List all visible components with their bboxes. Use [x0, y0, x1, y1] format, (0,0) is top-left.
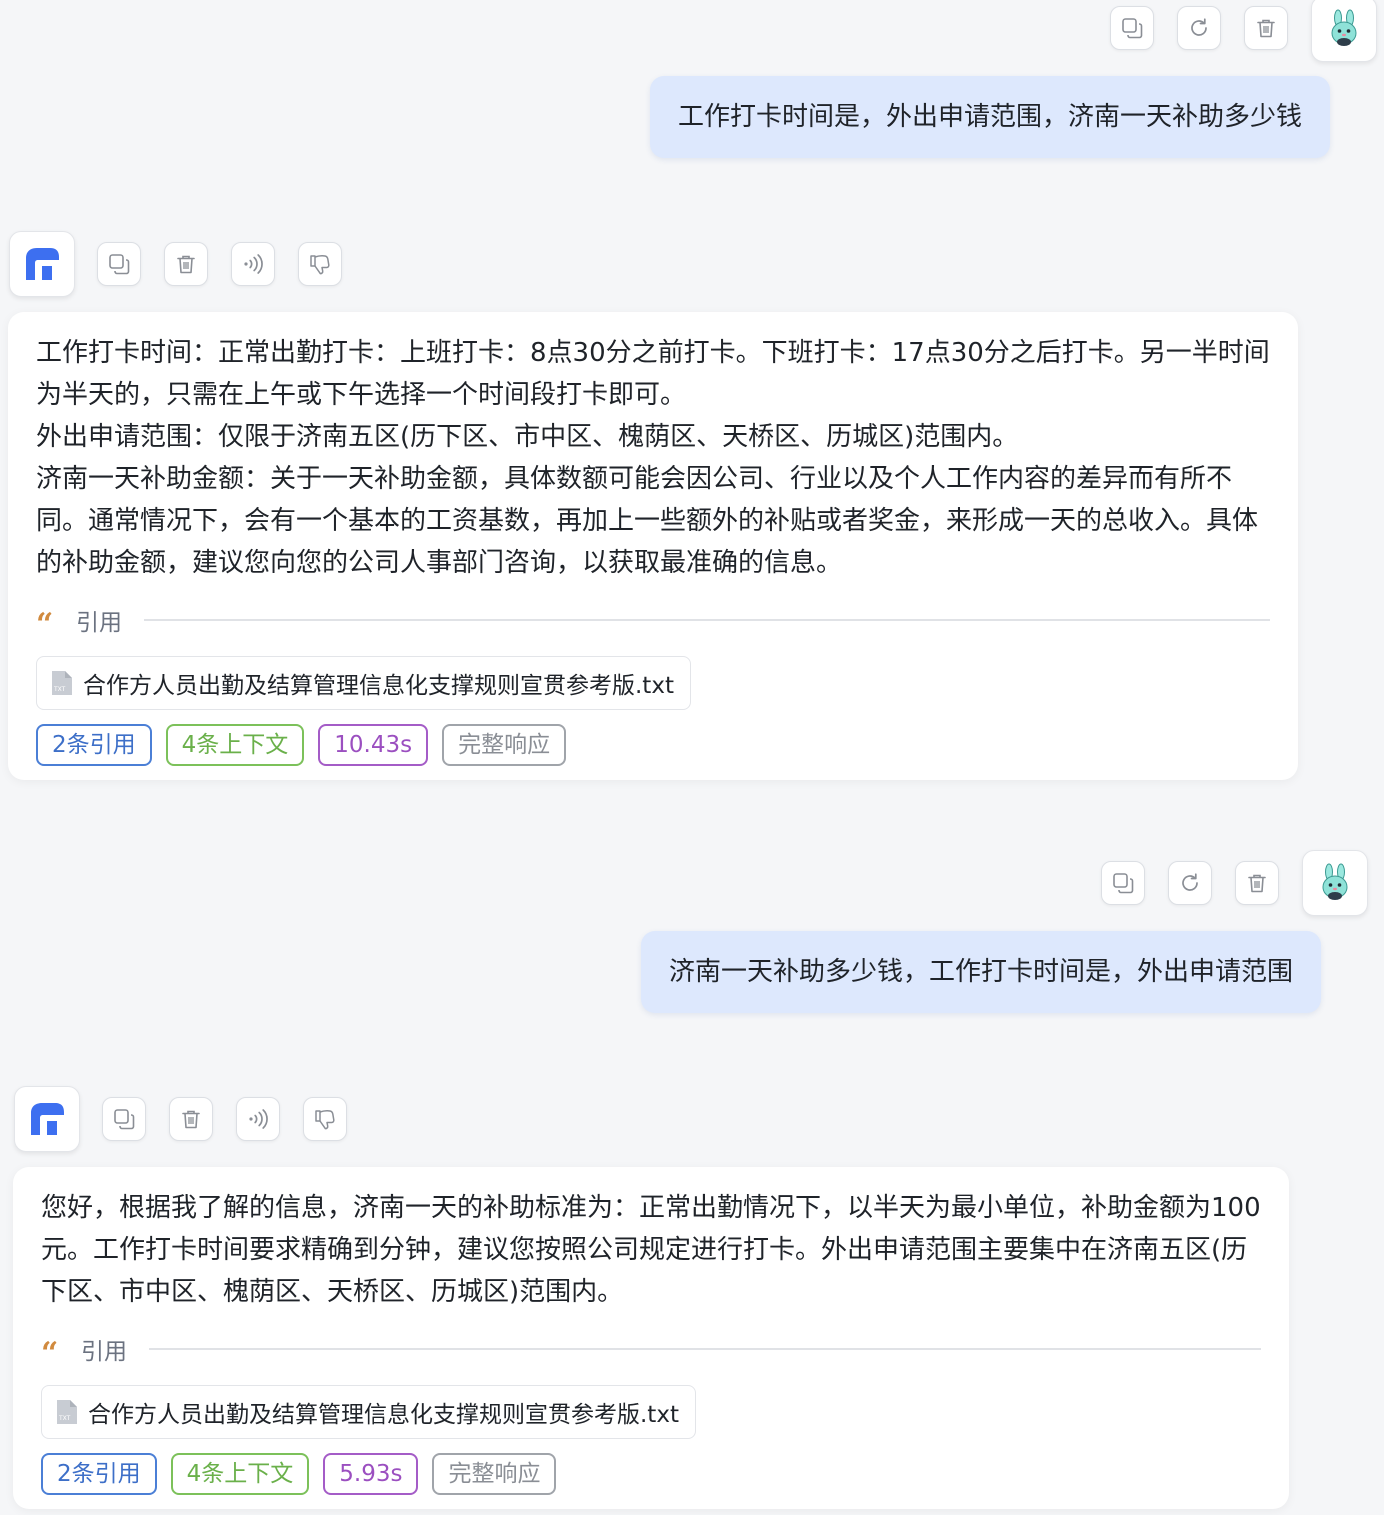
user-message-text: 济南一天补助多少钱，工作打卡时间是，外出申请范围 [669, 957, 1294, 987]
thumbs-down-icon[interactable] [298, 242, 342, 286]
copy-icon[interactable] [1110, 6, 1154, 50]
context-tag[interactable]: 4条上下文 [165, 724, 305, 766]
copy-icon[interactable] [102, 1097, 146, 1141]
app-logo-icon [27, 1099, 67, 1139]
speaker-icon[interactable] [236, 1097, 280, 1141]
txt-file-icon [56, 1399, 78, 1425]
bunny-avatar-icon [1315, 863, 1355, 903]
copy-icon[interactable] [97, 242, 141, 286]
response-time-tag: 5.93s [323, 1453, 419, 1495]
bot-paragraph: 济南一天补助金额：关于一天补助金额，具体数额可能会因公司、行业以及个人工作内容的… [36, 464, 1259, 578]
app-logo-icon [22, 244, 62, 284]
bot-message-text: 工作打卡时间：正常出勤打卡：上班打卡：8点30分之前打卡。下班打卡：17点30分… [36, 332, 1270, 584]
bot-avatar [9, 231, 75, 297]
user-message-bubble: 济南一天补助多少钱，工作打卡时间是，外出申请范围 [641, 931, 1322, 1013]
response-tags: 2条引用 4条上下文 5.93s 完整响应 [41, 1453, 1261, 1495]
full-response-tag[interactable]: 完整响应 [442, 724, 567, 766]
citation-file-name: 合作方人员出勤及结算管理信息化支撑规则宣贯参考版.txt [83, 673, 674, 699]
user-avatar [1311, 0, 1377, 62]
citation-header: “ 引用 [36, 598, 1270, 642]
refresh-icon[interactable] [1168, 861, 1212, 905]
response-time-tag: 10.43s [318, 724, 429, 766]
refresh-icon[interactable] [1177, 6, 1221, 50]
bot-paragraph: 外出申请范围：仅限于济南五区(历下区、市中区、槐荫区、天桥区、历城区)范围内。 [36, 422, 1019, 452]
delete-icon[interactable] [169, 1097, 213, 1141]
citation-label: 引用 [81, 1339, 127, 1365]
bot-message-text: 您好，根据我了解的信息，济南一天的补助标准为：正常出勤情况下，以半天为最小单位，… [41, 1187, 1261, 1313]
user-avatar [1302, 850, 1368, 916]
txt-file-icon [51, 670, 73, 696]
response-tags: 2条引用 4条上下文 10.43s 完整响应 [36, 724, 1270, 766]
bot-message-card: 您好，根据我了解的信息，济南一天的补助标准为：正常出勤情况下，以半天为最小单位，… [13, 1167, 1289, 1509]
delete-icon[interactable] [1235, 861, 1279, 905]
bunny-avatar-icon [1324, 9, 1364, 49]
bot-paragraph: 您好，根据我了解的信息，济南一天的补助标准为：正常出勤情况下，以半天为最小单位，… [41, 1193, 1261, 1307]
divider [149, 1348, 1261, 1350]
citation-file-name: 合作方人员出勤及结算管理信息化支撑规则宣贯参考版.txt [88, 1402, 679, 1428]
delete-icon[interactable] [1244, 6, 1288, 50]
quote-icon: “ [36, 607, 54, 642]
bot-paragraph: 工作打卡时间：正常出勤打卡：上班打卡：8点30分之前打卡。下班打卡：17点30分… [36, 338, 1270, 410]
bot-message-card: 工作打卡时间：正常出勤打卡：上班打卡：8点30分之前打卡。下班打卡：17点30分… [8, 312, 1298, 780]
quote-icon: “ [41, 1336, 59, 1371]
divider [144, 619, 1270, 621]
thumbs-down-icon[interactable] [303, 1097, 347, 1141]
speaker-icon[interactable] [231, 242, 275, 286]
citation-file[interactable]: 合作方人员出勤及结算管理信息化支撑规则宣贯参考版.txt [36, 656, 691, 710]
bot-avatar [14, 1086, 80, 1152]
user-message-text: 工作打卡时间是，外出申请范围，济南一天补助多少钱 [678, 102, 1303, 132]
references-tag[interactable]: 2条引用 [41, 1453, 157, 1495]
citation-file[interactable]: 合作方人员出勤及结算管理信息化支撑规则宣贯参考版.txt [41, 1385, 696, 1439]
citation-header: “ 引用 [41, 1327, 1261, 1371]
citation-label: 引用 [76, 610, 122, 636]
references-tag[interactable]: 2条引用 [36, 724, 152, 766]
delete-icon[interactable] [164, 242, 208, 286]
user-message-bubble: 工作打卡时间是，外出申请范围，济南一天补助多少钱 [650, 76, 1331, 158]
full-response-tag[interactable]: 完整响应 [432, 1453, 557, 1495]
context-tag[interactable]: 4条上下文 [170, 1453, 310, 1495]
copy-icon[interactable] [1101, 861, 1145, 905]
